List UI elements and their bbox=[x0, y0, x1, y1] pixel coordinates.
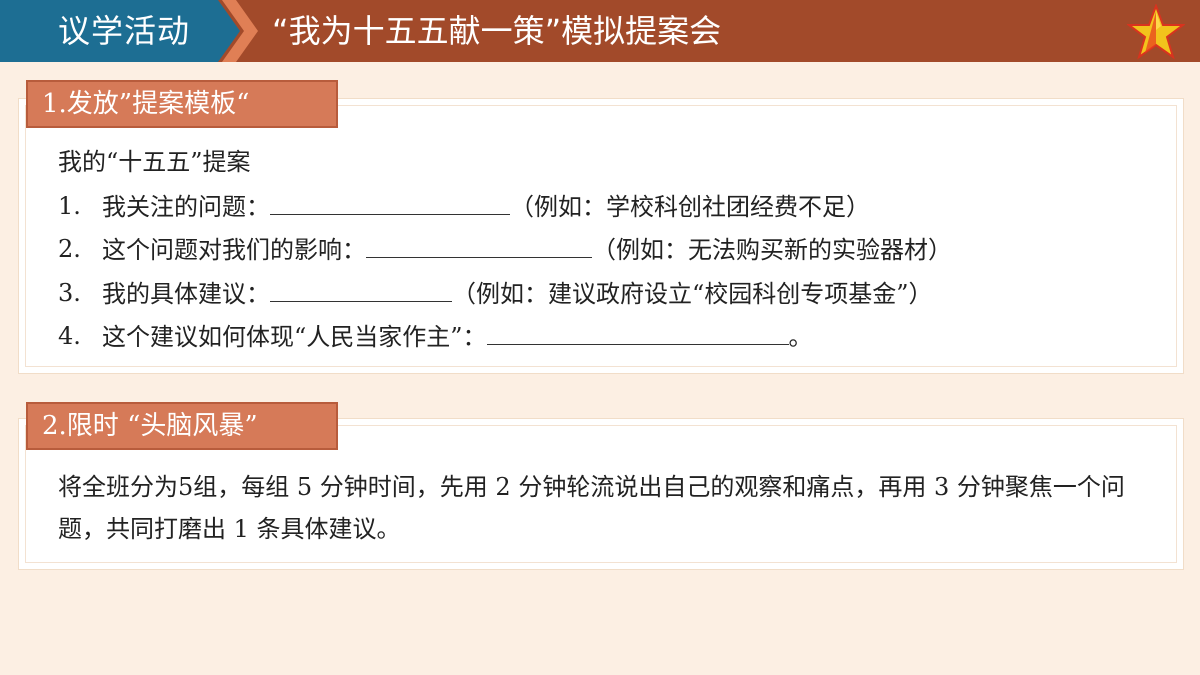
page-title: “我为十五五献一策”模拟提案会 bbox=[272, 12, 722, 50]
brainstorm-instructions: 将全班分为5组，每组 5 分钟时间，先用 2 分钟轮流说出自己的观察和痛点，再用… bbox=[58, 473, 1125, 543]
item-row: 这个问题对我们的影响： （例如：无法购买新的实验器材） bbox=[102, 233, 952, 266]
item-row: 这个建议如何体现“人民当家作主”： 。 bbox=[102, 320, 813, 353]
item-label: 我关注的问题： bbox=[102, 193, 270, 221]
item-example: （例如：无法购买新的实验器材） bbox=[592, 236, 952, 264]
item-row: 我关注的问题： （例如：学校科创社团经费不足） bbox=[102, 190, 870, 223]
item-label: 这个建议如何体现“人民当家作主”： bbox=[102, 323, 487, 351]
header-bar: 议学活动 “我为十五五献一策”模拟提案会 bbox=[0, 0, 1200, 62]
answer-blank[interactable] bbox=[486, 320, 789, 345]
proposal-heading: 我的“十五五”提案 bbox=[58, 148, 251, 176]
item-number: 1. bbox=[58, 192, 81, 220]
item-number: 4. bbox=[58, 322, 81, 350]
item-number: 3. bbox=[58, 279, 81, 307]
item-example: 。 bbox=[788, 323, 813, 351]
section-tab-template: 1.发放”提案模板“ bbox=[26, 80, 338, 128]
section-tab-brainstorm: 2.限时 “头脑风暴” bbox=[26, 402, 338, 450]
item-example: （例如：建议政府设立“校园科创专项基金”） bbox=[452, 280, 933, 308]
answer-blank[interactable] bbox=[270, 190, 510, 215]
item-example: （例如：学校科创社团经费不足） bbox=[510, 193, 870, 221]
item-number: 2. bbox=[58, 235, 81, 263]
answer-blank[interactable] bbox=[366, 233, 592, 258]
header-tag-label: 议学活动 bbox=[58, 12, 191, 50]
star-icon bbox=[1127, 4, 1185, 60]
item-label: 这个问题对我们的影响： bbox=[102, 236, 366, 264]
item-row: 我的具体建议： （例如：建议政府设立“校园科创专项基金”） bbox=[102, 277, 933, 310]
item-label: 我的具体建议： bbox=[102, 280, 270, 308]
answer-blank[interactable] bbox=[270, 277, 452, 302]
